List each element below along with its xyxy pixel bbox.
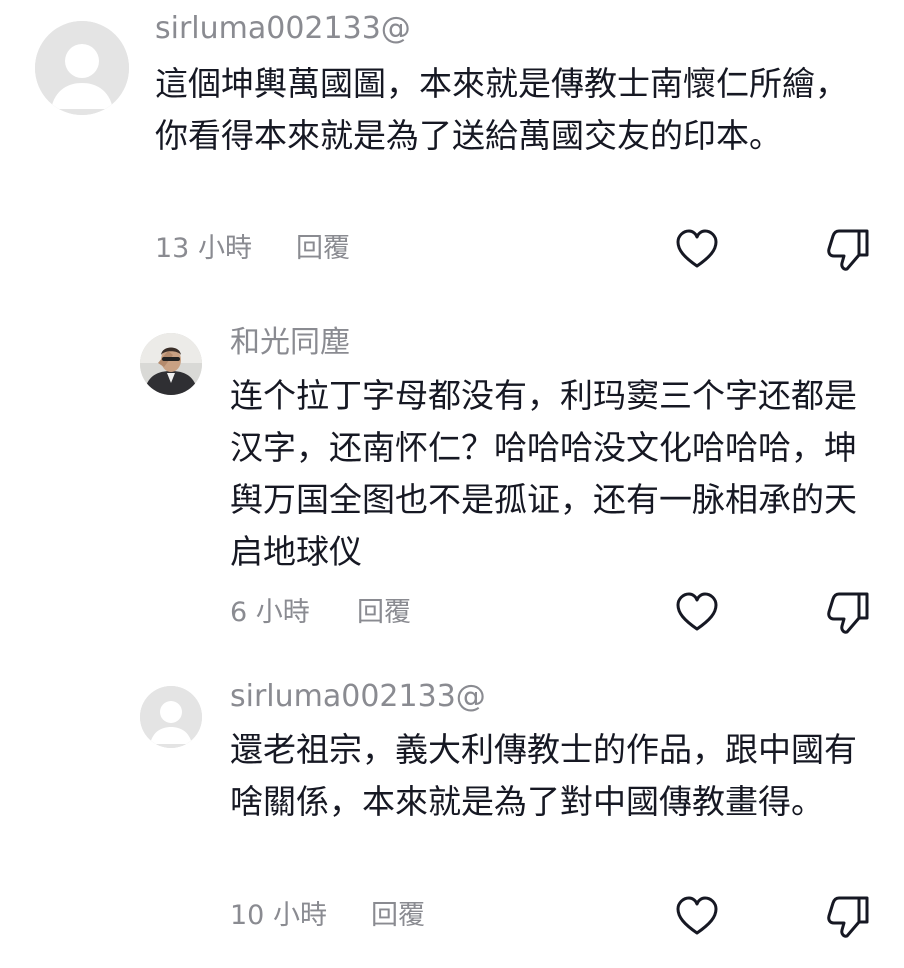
heart-outline-icon [676,592,718,631]
reply-button[interactable]: 回覆 [357,597,411,629]
comment-timestamp: 10 小時 [230,900,327,931]
avatar[interactable] [140,333,202,395]
comment-username[interactable]: sirluma002133@ [155,11,411,47]
heart-outline-icon [676,896,718,935]
thumbs-down-outline-icon [827,896,869,938]
comment-timestamp: 6 小時 [230,597,310,628]
user-photo-avatar [140,333,202,395]
thumbs-down-outline-icon [827,592,869,634]
default-avatar-icon [140,686,202,748]
dislike-button[interactable] [825,225,873,273]
like-button[interactable] [673,892,721,940]
dislike-button[interactable] [825,892,873,940]
comment-username[interactable]: sirluma002133@ [230,679,486,715]
default-avatar-icon [35,21,129,115]
comment-timestamp: 13 小時 [155,233,252,264]
avatar[interactable] [35,21,129,115]
avatar[interactable] [140,686,202,748]
comment-text: 這個坤輿萬國圖，本來就是傳教士南懷仁所繪，你看得本來就是為了送給萬國交友的印本。 [155,64,848,155]
heart-outline-icon [676,229,718,268]
dislike-button[interactable] [825,588,873,636]
comment-text: 连个拉丁字母都没有，利玛窦三个字还都是汉字，还南怀仁？哈哈哈没文化哈哈哈，坤舆万… [230,376,857,571]
comment-username[interactable]: 和光同塵 [230,325,350,361]
comment-text: 還老祖宗，義大利傳教士的作品，跟中國有啥關係，本來就是為了對中國傳教畫得。 [230,730,857,821]
like-button[interactable] [673,588,721,636]
reply-button[interactable]: 回覆 [371,900,425,932]
reply-button[interactable]: 回覆 [296,233,350,265]
thumbs-down-outline-icon [827,229,869,271]
like-button[interactable] [673,225,721,273]
